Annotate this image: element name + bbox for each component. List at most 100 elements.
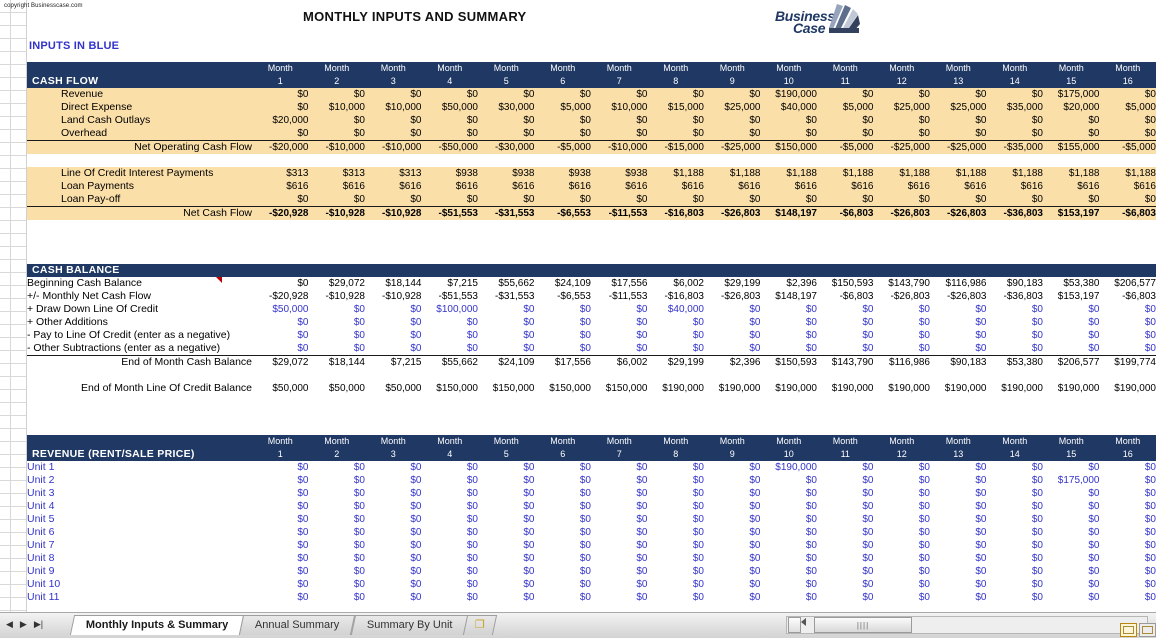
cell-m9[interactable]: $0 [704, 303, 761, 316]
cell-m2[interactable]: $0 [309, 487, 366, 500]
cell-m11[interactable]: $0 [817, 565, 874, 578]
cell-m3[interactable]: $0 [365, 193, 422, 207]
cell-m14[interactable]: $0 [987, 316, 1044, 329]
cell-m9[interactable]: $2,396 [704, 356, 761, 370]
cell-m8[interactable]: $0 [648, 539, 705, 552]
cell-m6[interactable]: $0 [535, 565, 592, 578]
cell-m9[interactable]: $0 [704, 526, 761, 539]
cell-m10[interactable]: $190,000 [761, 382, 818, 395]
cell-m10[interactable]: $0 [761, 127, 818, 141]
cell-m14[interactable]: $0 [987, 552, 1044, 565]
cell-m1[interactable]: $0 [252, 329, 309, 342]
cell-m4[interactable]: $0 [422, 539, 479, 552]
cell-m11[interactable]: $0 [817, 114, 874, 127]
cell-m11[interactable]: $0 [817, 552, 874, 565]
cell-m16[interactable]: $0 [1100, 329, 1156, 342]
cell-m16[interactable]: $0 [1100, 552, 1156, 565]
cell-m14[interactable]: -$35,000 [987, 141, 1044, 155]
cell-m6[interactable]: $0 [535, 303, 592, 316]
cell-m3[interactable]: $0 [365, 539, 422, 552]
cell-m5[interactable]: -$31,553 [478, 207, 535, 221]
cell-m5[interactable]: $0 [478, 539, 535, 552]
cell-m13[interactable]: -$26,803 [930, 290, 987, 303]
cell-m10[interactable]: $0 [761, 474, 818, 487]
cell-m1[interactable]: $616 [252, 180, 309, 193]
cell-m3[interactable]: $0 [365, 591, 422, 604]
cell-m7[interactable]: $0 [591, 329, 648, 342]
cell-m13[interactable]: $0 [930, 193, 987, 207]
cell-m13[interactable]: -$26,803 [930, 207, 987, 221]
cell-m4[interactable]: $0 [422, 552, 479, 565]
cell-m16[interactable]: $0 [1100, 578, 1156, 591]
cell-m11[interactable]: $0 [817, 461, 874, 474]
cell-m8[interactable]: $616 [648, 180, 705, 193]
cell-m10[interactable]: $150,000 [761, 141, 818, 155]
cell-m6[interactable]: $0 [535, 193, 592, 207]
cell-m13[interactable]: $0 [930, 316, 987, 329]
cell-m3[interactable]: $313 [365, 167, 422, 180]
cell-m7[interactable]: $10,000 [591, 101, 648, 114]
cell-m9[interactable]: $0 [704, 114, 761, 127]
cell-m15[interactable]: $0 [1043, 329, 1100, 342]
cell-m16[interactable]: $0 [1100, 114, 1156, 127]
cell-m16[interactable]: $190,000 [1100, 382, 1156, 395]
cell-m2[interactable]: $616 [309, 180, 366, 193]
cell-m13[interactable]: $1,188 [930, 167, 987, 180]
cell-m4[interactable]: $0 [422, 329, 479, 342]
cell-m13[interactable]: -$25,000 [930, 141, 987, 155]
cell-m7[interactable]: $0 [591, 526, 648, 539]
cell-m1[interactable]: $0 [252, 539, 309, 552]
cell-m12[interactable]: $0 [874, 526, 931, 539]
cell-m4[interactable]: $0 [422, 193, 479, 207]
cell-m10[interactable]: $0 [761, 487, 818, 500]
cell-m8[interactable]: $0 [648, 316, 705, 329]
cell-m15[interactable]: $0 [1043, 591, 1100, 604]
cell-m13[interactable]: $0 [930, 329, 987, 342]
cell-m15[interactable]: $20,000 [1043, 101, 1100, 114]
cell-m3[interactable]: $0 [365, 578, 422, 591]
cell-m14[interactable]: $0 [987, 114, 1044, 127]
cell-m5[interactable]: $0 [478, 316, 535, 329]
cell-m14[interactable]: $0 [987, 303, 1044, 316]
cell-m3[interactable]: $0 [365, 127, 422, 141]
cell-m13[interactable]: $0 [930, 552, 987, 565]
cell-m4[interactable]: $938 [422, 167, 479, 180]
cell-m1[interactable]: $20,000 [252, 114, 309, 127]
cell-m11[interactable]: $5,000 [817, 101, 874, 114]
cell-m4[interactable]: -$51,553 [422, 207, 479, 221]
cell-m6[interactable]: $0 [535, 461, 592, 474]
cell-m16[interactable]: -$6,803 [1100, 207, 1156, 221]
cell-m11[interactable]: -$5,000 [817, 141, 874, 155]
cell-m5[interactable]: $0 [478, 526, 535, 539]
cell-m3[interactable]: -$10,000 [365, 141, 422, 155]
cell-m2[interactable]: $0 [309, 316, 366, 329]
cell-m4[interactable]: $0 [422, 461, 479, 474]
cell-m13[interactable]: $0 [930, 342, 987, 356]
cell-m7[interactable]: $0 [591, 578, 648, 591]
sheet-tab-2[interactable]: Annual Summary [239, 615, 356, 635]
cell-m8[interactable]: -$16,803 [648, 207, 705, 221]
cell-m2[interactable]: $0 [309, 513, 366, 526]
cell-m15[interactable]: $0 [1043, 565, 1100, 578]
cell-m5[interactable]: $0 [478, 565, 535, 578]
cell-m2[interactable]: $0 [309, 193, 366, 207]
cell-m15[interactable]: $155,000 [1043, 141, 1100, 155]
cell-m10[interactable]: $40,000 [761, 101, 818, 114]
cell-m12[interactable]: $0 [874, 303, 931, 316]
cell-m13[interactable]: $0 [930, 487, 987, 500]
cell-m9[interactable]: -$26,803 [704, 207, 761, 221]
cell-m14[interactable]: $0 [987, 500, 1044, 513]
cell-m10[interactable]: $0 [761, 539, 818, 552]
cell-m15[interactable]: $0 [1043, 114, 1100, 127]
cell-m8[interactable]: $0 [648, 500, 705, 513]
cell-m12[interactable]: $0 [874, 487, 931, 500]
cell-m6[interactable]: -$5,000 [535, 141, 592, 155]
cell-m16[interactable]: $0 [1100, 565, 1156, 578]
cell-m2[interactable]: $0 [309, 578, 366, 591]
cell-m2[interactable]: $313 [309, 167, 366, 180]
cell-m15[interactable]: $0 [1043, 193, 1100, 207]
cell-m11[interactable]: $0 [817, 342, 874, 356]
cell-m3[interactable]: $0 [365, 342, 422, 356]
cell-m9[interactable]: $0 [704, 552, 761, 565]
cell-m2[interactable]: $0 [309, 526, 366, 539]
